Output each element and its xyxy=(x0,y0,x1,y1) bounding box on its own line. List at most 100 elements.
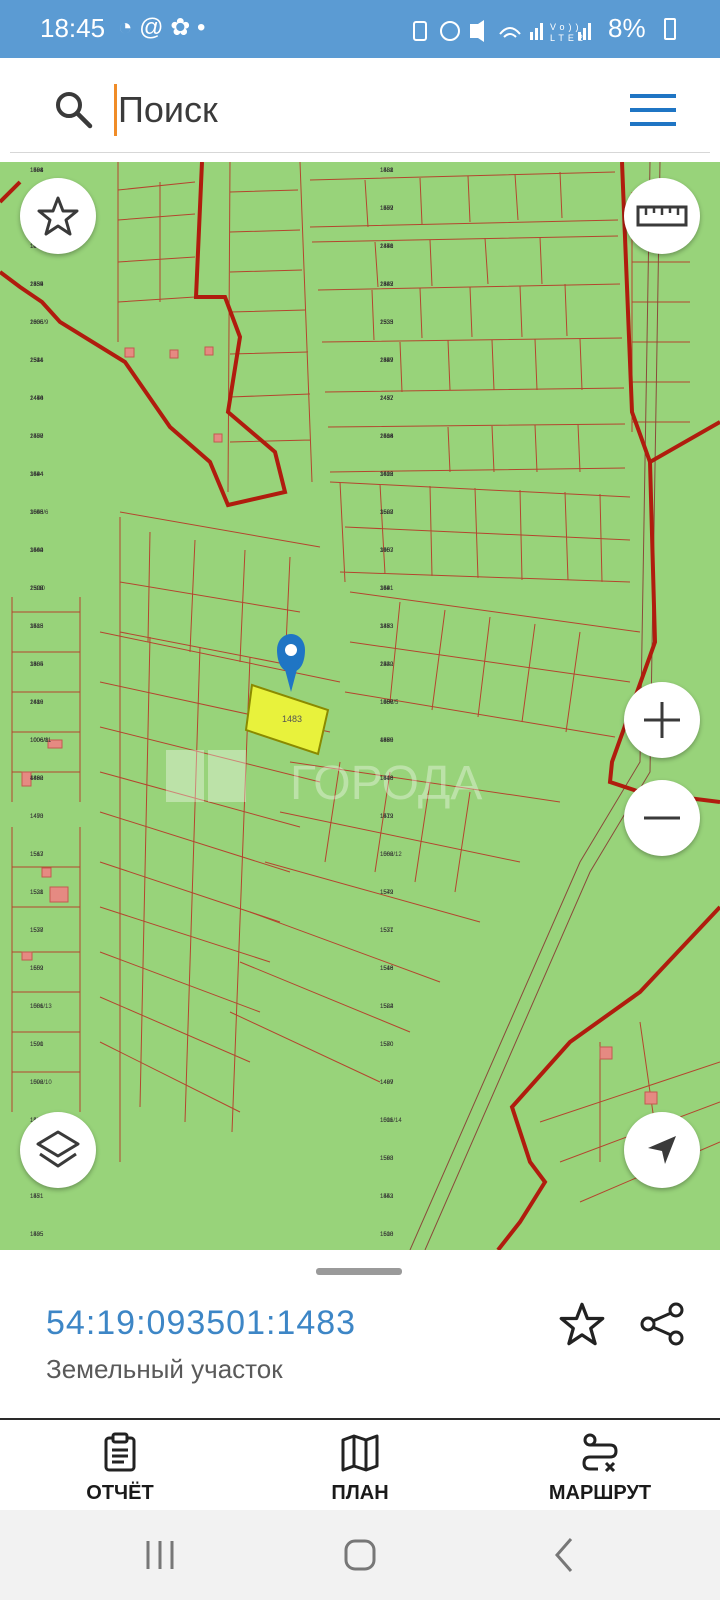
system-status-icons: Vo)) LTE2 xyxy=(413,20,591,43)
parcel-number: 2331 xyxy=(30,358,44,364)
ruler-button[interactable] xyxy=(624,178,700,254)
notification-icons: ◔ @ ✿ • xyxy=(118,14,206,41)
plus-icon xyxy=(644,702,680,738)
parcel-number: 1593 xyxy=(380,1156,394,1162)
parcel-number: 1595 xyxy=(30,1232,44,1238)
parcel-number: 2341 xyxy=(380,244,394,250)
parcel-number: 1602 xyxy=(30,966,44,972)
parcel-number: 23/10 xyxy=(30,586,46,592)
star-icon[interactable] xyxy=(558,1300,606,1348)
route-icon xyxy=(582,1433,618,1472)
layers-button[interactable] xyxy=(20,1112,96,1188)
status-time: 18:45 xyxy=(40,13,106,43)
svg-text:ГОРОДА: ГОРОДА xyxy=(290,757,482,810)
back-icon[interactable] xyxy=(545,1535,585,1575)
recent-apps-icon[interactable] xyxy=(140,1535,180,1575)
parcel-number: 1542 xyxy=(380,890,394,896)
clipboard-icon xyxy=(104,1432,136,1472)
search-icon[interactable] xyxy=(52,88,96,132)
parcel-number: 224 xyxy=(380,662,391,668)
battery-percent: 8% xyxy=(608,13,646,43)
map-canvas[interactable]: 1483 ГОРОДА 14911482144915091006/7145014… xyxy=(0,162,720,1250)
search-bar[interactable]: Поиск xyxy=(10,68,710,153)
route-label: МАРШРУТ xyxy=(548,1482,652,1504)
parcel-number: 3660 xyxy=(30,548,44,554)
parcel-number: 2474 xyxy=(30,396,44,402)
text-cursor xyxy=(114,84,117,136)
my-location-button[interactable] xyxy=(624,1112,700,1188)
parcel-number-labels: 14911482144915091006/71450143414451006/9… xyxy=(30,168,402,1238)
status-bar: 18:45 ◔ @ ✿ • Vo)) LTE2 8% xyxy=(0,0,720,58)
parcel-number: 4880 xyxy=(380,738,394,744)
parcel-number: 2339 xyxy=(30,282,44,288)
layers-icon xyxy=(36,1130,80,1168)
home-icon[interactable] xyxy=(340,1535,380,1575)
parcel-number: 2472 xyxy=(380,396,394,402)
search-input[interactable]: Поиск xyxy=(118,84,218,136)
parcel-number: 1473 xyxy=(30,814,44,820)
location-marker-icon[interactable] xyxy=(277,634,305,692)
parcel-number: 1006/14 xyxy=(380,1118,402,1124)
parcel-number: 369 xyxy=(380,586,391,592)
navigation-arrow-icon xyxy=(648,1136,676,1164)
svg-text:LTE2: LTE2 xyxy=(550,33,587,43)
parcel-number: 336 xyxy=(380,624,391,630)
share-icon[interactable] xyxy=(638,1300,686,1348)
parcel-number: 1006/5 xyxy=(380,700,399,706)
parcel-number: 2333 xyxy=(380,320,394,326)
map-icon xyxy=(341,1434,379,1472)
parcel-number: 1571 xyxy=(30,1194,44,1200)
parcel-number: 1006/12 xyxy=(380,852,402,858)
system-navigation-bar xyxy=(0,1510,720,1600)
parcel-number: 2329 xyxy=(380,358,394,364)
drag-handle[interactable] xyxy=(316,1268,402,1275)
parcel-number: 1531 xyxy=(380,928,394,934)
parcel-number: 1538 xyxy=(30,890,44,896)
parcel-number: 305 xyxy=(380,548,391,554)
parcel-number: 1592 xyxy=(30,1080,44,1086)
parcel-number: 1584 xyxy=(380,1004,394,1010)
minus-icon xyxy=(644,816,680,820)
cadastral-number[interactable]: 54:19:093501:1483 xyxy=(46,1304,356,1343)
parcel-info-sheet[interactable]: 54:19:093501:1483 Земельный участок xyxy=(0,1250,720,1418)
parcel-number: 1006/1 xyxy=(30,738,49,744)
parcel-boundaries xyxy=(11,162,720,1250)
battery-icon xyxy=(664,18,676,40)
selected-parcel-label: 1483 xyxy=(282,714,302,724)
parcel-number: 1608 xyxy=(380,1232,394,1238)
parcel-number: 2337 xyxy=(380,282,394,288)
parcel-number: 241 xyxy=(30,700,41,706)
ruler-icon xyxy=(636,205,688,227)
administrative-borders xyxy=(0,162,720,1250)
plan-tab[interactable]: ПЛАН xyxy=(280,1420,440,1512)
plan-label: ПЛАН xyxy=(331,1482,389,1504)
parcel-number: 1479 xyxy=(380,814,394,820)
report-tab[interactable]: ОТЧЁТ xyxy=(40,1420,200,1512)
star-icon xyxy=(37,196,79,236)
parcel-number: 3626 xyxy=(380,472,394,478)
map-watermark: ГОРОДА xyxy=(166,750,482,810)
zoom-in-button[interactable] xyxy=(624,682,700,758)
parcel-number: 3653 xyxy=(30,510,44,516)
parcel-number: 2468 xyxy=(380,434,394,440)
favorite-button[interactable] xyxy=(20,178,96,254)
parcel-number: 3644 xyxy=(30,472,44,478)
parcel-number: 1591 xyxy=(30,1042,44,1048)
bottom-navigation: ОТЧЁТ ПЛАН МАРШРУТ xyxy=(0,1418,720,1512)
parcel-number: 3627 xyxy=(380,510,394,516)
parcel-number: 1588 xyxy=(380,168,394,174)
report-label: ОТЧЁТ xyxy=(86,1482,154,1504)
zoom-out-button[interactable] xyxy=(624,780,700,856)
parcel-type: Земельный участок xyxy=(46,1354,283,1384)
parcel-number: 2335 xyxy=(30,320,44,326)
parcel-number: 35 xyxy=(30,624,37,630)
parcel-number: 1517 xyxy=(30,852,44,858)
parcel-number: 1570 xyxy=(380,1042,394,1048)
menu-icon[interactable] xyxy=(630,92,676,128)
cadastral-map[interactable]: 1483 ГОРОДА 14911482144915091006/7145014… xyxy=(0,162,720,1250)
parcel-number: 338 xyxy=(30,662,41,668)
parcel-number: 4890 xyxy=(30,776,44,782)
route-tab[interactable]: МАРШРУТ xyxy=(520,1420,680,1512)
parcel-number: 1543 xyxy=(380,1194,394,1200)
parcel-number: 1487 xyxy=(380,1080,394,1086)
